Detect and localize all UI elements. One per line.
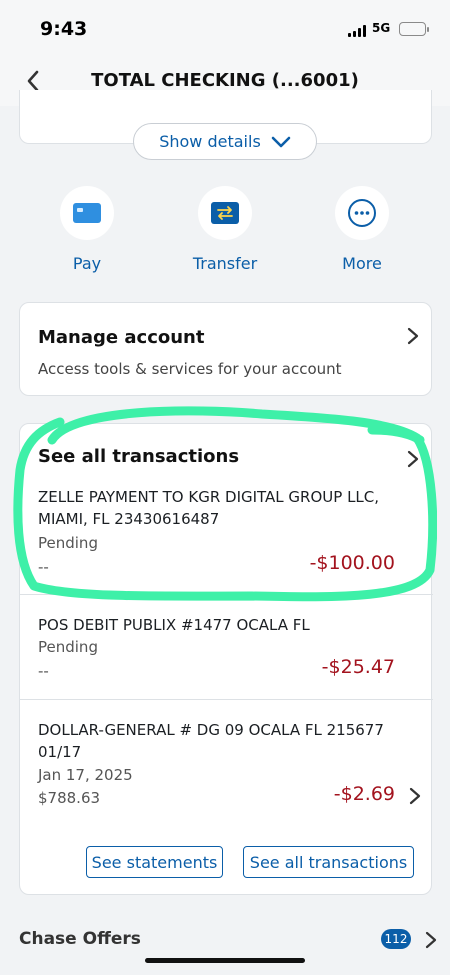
transaction-row[interactable]: DOLLAR-GENERAL # DG 09 OCALA FL 215677 0… (20, 719, 433, 819)
transaction-amount: -$100.00 (309, 552, 395, 574)
transaction-balance: -- (38, 662, 49, 680)
transaction-description: DOLLAR-GENERAL # DG 09 OCALA FL 215677 0… (38, 719, 408, 763)
transfer-label[interactable]: Transfer (165, 254, 285, 273)
pay-circle[interactable] (60, 186, 114, 240)
manage-account-subtitle: Access tools & services for your account (38, 360, 342, 378)
manage-account-title: Manage account (38, 327, 205, 348)
chevron-right-icon (407, 327, 419, 345)
card-icon (73, 203, 101, 223)
quick-actions: Pay Transfer More (0, 186, 450, 286)
transaction-description: ZELLE PAYMENT TO KGR DIGITAL GROUP LLC, … (38, 486, 408, 530)
network-label: 5G (372, 21, 391, 35)
more-action[interactable]: More (302, 186, 422, 273)
divider (20, 594, 433, 595)
more-icon (348, 199, 376, 227)
show-details-button[interactable]: Show details (133, 123, 317, 160)
divider (20, 699, 433, 700)
transaction-line2: MIAMI, FL 23430616487 (38, 510, 220, 528)
more-label[interactable]: More (302, 254, 422, 273)
battery-icon (399, 22, 429, 36)
transaction-line2: 01/17 (38, 743, 82, 761)
chase-offers-label: Chase Offers (19, 929, 141, 949)
transaction-status: Pending (38, 534, 98, 552)
more-circle[interactable] (335, 186, 389, 240)
see-all-transactions-header[interactable]: See all transactions (38, 446, 239, 467)
status-bar: 9:43 5G (0, 0, 450, 56)
signal-icon (348, 25, 368, 37)
transactions-card: See all transactions ZELLE PAYMENT TO KG… (19, 423, 433, 895)
transaction-amount: -$25.47 (321, 656, 395, 678)
transfer-icon (211, 202, 239, 224)
transaction-description: POS DEBIT PUBLIX #1477 OCALA FL (38, 616, 310, 634)
chase-offers-row[interactable]: Chase Offers 112 (0, 925, 450, 955)
transaction-date: Jan 17, 2025 (38, 766, 133, 784)
transaction-amount: -$2.69 (333, 783, 395, 805)
transfer-action[interactable]: Transfer (165, 186, 285, 273)
offers-count-badge: 112 (381, 929, 411, 949)
transaction-line1: DOLLAR-GENERAL # DG 09 OCALA FL 215677 (38, 721, 384, 739)
chevron-right-icon (409, 787, 421, 805)
chevron-right-icon[interactable] (406, 450, 420, 468)
transaction-balance: -- (38, 558, 49, 576)
transaction-row[interactable]: ZELLE PAYMENT TO KGR DIGITAL GROUP LLC, … (20, 486, 433, 592)
transaction-line1: ZELLE PAYMENT TO KGR DIGITAL GROUP LLC, (38, 488, 380, 506)
see-statements-button[interactable]: See statements (86, 846, 223, 878)
show-details-label: Show details (159, 132, 261, 151)
pay-label[interactable]: Pay (27, 254, 147, 273)
home-indicator (145, 958, 305, 963)
transaction-status: Pending (38, 638, 98, 656)
transaction-row[interactable]: POS DEBIT PUBLIX #1477 OCALA FL Pending … (20, 614, 433, 694)
see-all-transactions-button[interactable]: See all transactions (243, 846, 414, 878)
transaction-balance: $788.63 (38, 789, 101, 807)
chevron-right-icon (425, 931, 437, 949)
chevron-down-icon (271, 136, 291, 147)
transfer-circle[interactable] (198, 186, 252, 240)
manage-account-card[interactable]: Manage account Access tools & services f… (19, 302, 432, 396)
pay-action[interactable]: Pay (27, 186, 147, 273)
status-time: 9:43 (40, 18, 88, 40)
page-title: TOTAL CHECKING (...6001) (91, 70, 359, 91)
